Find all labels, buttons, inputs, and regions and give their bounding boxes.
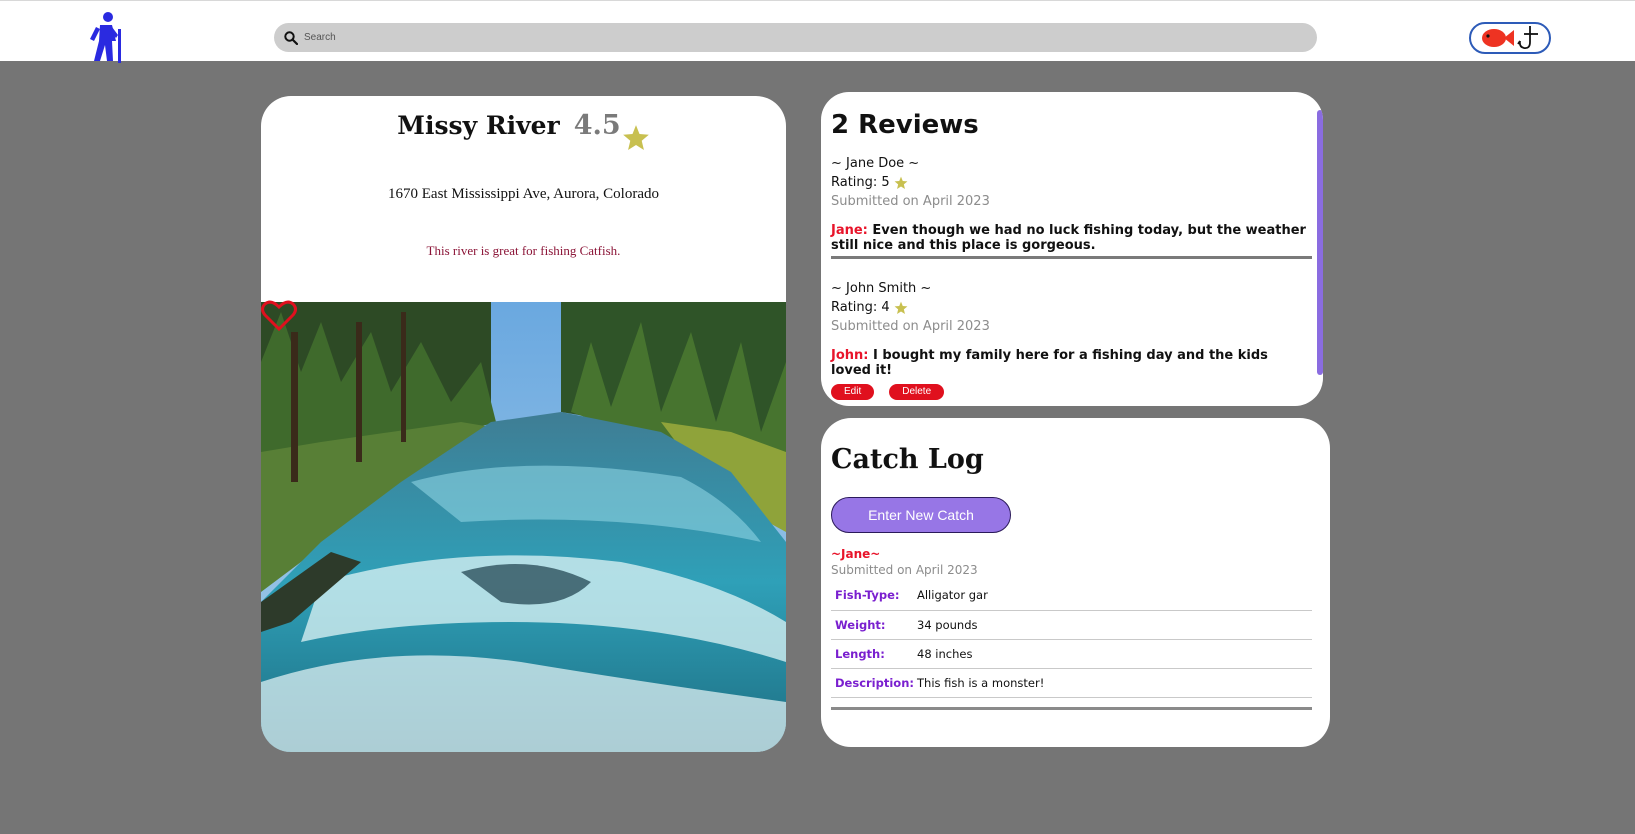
search-input[interactable]	[304, 32, 1204, 43]
field-label: Description:	[831, 668, 917, 698]
field-label: Fish-Type:	[831, 581, 917, 611]
star-icon	[894, 176, 908, 189]
river-photo	[261, 302, 786, 752]
review-rating-label: Rating: 5	[831, 175, 890, 190]
catch-divider	[831, 707, 1312, 710]
catch-user: ~Jane~	[831, 547, 881, 561]
catch-date: Submitted on April 2023	[831, 563, 978, 577]
review-text: John: I bought my family here for a fish…	[831, 348, 1312, 378]
river-description: This river is great for fishing Catfish.	[426, 243, 621, 258]
table-row: Weight: 34 pounds	[831, 610, 1312, 640]
reviews-scrollbar[interactable]	[1317, 110, 1323, 375]
hiker-logo-icon[interactable]	[86, 11, 126, 63]
field-value: This fish is a monster!	[917, 668, 1312, 698]
catch-log-title: Catch Log	[831, 444, 984, 475]
review-text: Jane: Even though we had no luck fishing…	[831, 223, 1312, 253]
field-label: Weight:	[831, 610, 917, 640]
search-bar[interactable]	[274, 23, 1317, 52]
review-date: Submitted on April 2023	[831, 194, 990, 209]
review-who: Jane:	[831, 223, 868, 238]
review-author: ~ John Smith ~	[831, 281, 932, 296]
star-icon	[622, 125, 649, 151]
field-label: Length:	[831, 639, 917, 669]
table-row: Description: This fish is a monster!	[831, 668, 1312, 698]
river-title-row: Missy River 4.5	[261, 110, 786, 152]
review-rating-label: Rating: 4	[831, 300, 890, 315]
edit-review-button[interactable]: Edit	[831, 384, 875, 400]
review-item: ~ John Smith ~ Rating: 4 Submitted on Ap…	[831, 281, 1312, 406]
delete-review-button[interactable]: Delete	[889, 384, 945, 400]
table-row: Length: 48 inches	[831, 639, 1312, 669]
search-icon	[284, 30, 298, 45]
catch-details-table: Fish-Type: Alligator gar Weight: 34 poun…	[831, 581, 1312, 698]
enter-new-catch-button[interactable]: Enter New Catch	[831, 497, 1011, 533]
review-author: ~ Jane Doe ~	[831, 156, 920, 171]
fishing-hook-icon	[1517, 26, 1538, 50]
review-date: Submitted on April 2023	[831, 319, 990, 334]
review-actions: Edit Delete	[831, 384, 1312, 400]
river-detail-card: Missy River 4.5 1670 East Mississippi Av…	[261, 96, 786, 752]
fish-hook-button[interactable]	[1469, 22, 1551, 54]
review-divider	[831, 256, 1312, 259]
review-rating: Rating: 4	[831, 300, 1312, 315]
reviews-card[interactable]: 2 Reviews ~ Jane Doe ~ Rating: 5 Submitt…	[821, 92, 1323, 406]
review-rating: Rating: 5	[831, 175, 1312, 190]
fish-icon	[1482, 29, 1514, 47]
reviews-title: 2 Reviews	[831, 110, 979, 140]
catch-log-card: Catch Log Enter New Catch ~Jane~ Submitt…	[821, 418, 1330, 747]
table-row: Fish-Type: Alligator gar	[831, 581, 1312, 611]
river-name: Missy River	[397, 111, 560, 140]
star-icon	[894, 301, 908, 314]
review-body: I bought my family here for a fishing da…	[831, 348, 1268, 378]
field-value: Alligator gar	[917, 581, 1312, 611]
favorite-heart-icon[interactable]	[261, 300, 297, 332]
top-nav-bar	[0, 0, 1635, 63]
river-rating: 4.5	[573, 110, 621, 141]
field-value: 48 inches	[917, 639, 1312, 669]
field-value: 34 pounds	[917, 610, 1312, 640]
review-item: ~ Jane Doe ~ Rating: 5 Submitted on Apri…	[831, 156, 1312, 259]
river-address: 1670 East Mississippi Ave, Aurora, Color…	[388, 186, 659, 202]
review-body: Even though we had no luck fishing today…	[831, 223, 1306, 253]
review-who: John:	[831, 348, 869, 363]
